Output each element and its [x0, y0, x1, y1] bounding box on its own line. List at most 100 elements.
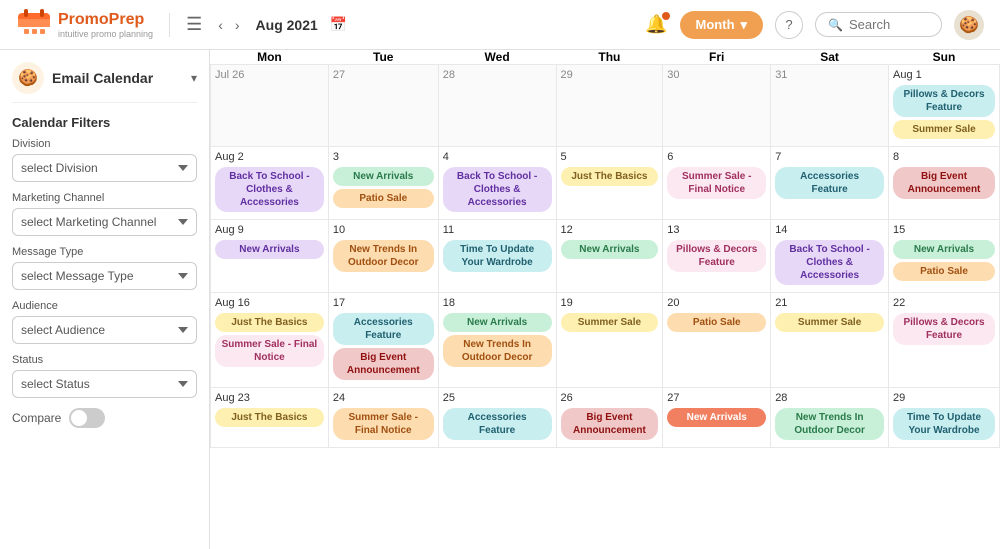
- toggle-knob: [71, 410, 87, 426]
- calendar-table: MonTueWedThuFriSatSun Jul 262728293031Au…: [210, 50, 1000, 448]
- calendar-week-row: Aug 23Just The Basics24Summer Sale - Fin…: [211, 388, 1000, 448]
- cell-date-label: 26: [561, 392, 659, 404]
- event-pill[interactable]: New Arrivals: [561, 240, 659, 259]
- calendar-cell: 8Big Event Announcement: [889, 147, 1000, 220]
- calendar-week-row: Jul 262728293031Aug 1Pillows & Decors Fe…: [211, 65, 1000, 147]
- event-pill[interactable]: New Trends In Outdoor Decor: [333, 240, 434, 272]
- event-pill[interactable]: New Arrivals: [893, 240, 995, 259]
- cell-date-label: 18: [443, 297, 552, 309]
- cell-date-label: 13: [667, 224, 766, 236]
- hamburger-icon[interactable]: ☰: [186, 14, 202, 35]
- notifications-button[interactable]: 🔔: [645, 14, 667, 35]
- event-pill[interactable]: Summer Sale: [561, 313, 659, 332]
- calendar-cell: 6 Summer Sale - Final Notice: [663, 147, 771, 220]
- status-filter-group: Status select Status: [12, 354, 197, 398]
- channel-label: Marketing Channel: [12, 192, 197, 204]
- cell-date-label: 22: [893, 297, 995, 309]
- calendar-cell: 19Summer Sale: [556, 293, 663, 388]
- notification-badge: [662, 12, 670, 20]
- event-pill[interactable]: Time To Update Your Wardrobe: [443, 240, 552, 272]
- event-pill[interactable]: Pillows & Decors Feature: [667, 240, 766, 272]
- app-header: PromoPrep intuitive promo planning ☰ ‹ ›…: [0, 0, 1000, 50]
- cell-date-label: Aug 1: [893, 69, 995, 81]
- event-pill[interactable]: Accessories Feature: [333, 313, 434, 345]
- calendar-header-row: MonTueWedThuFriSatSun: [211, 50, 1000, 65]
- search-icon: 🔍: [828, 18, 843, 32]
- event-pill[interactable]: Accessories Feature: [443, 408, 552, 440]
- event-pill[interactable]: Just The Basics: [215, 313, 324, 332]
- logo: PromoPrep intuitive promo planning: [16, 7, 153, 43]
- calendar-cell: Aug 1 Pillows & Decors Feature Summer Sale: [889, 65, 1000, 147]
- calendar-cell: 20Patio Sale: [663, 293, 771, 388]
- event-pill[interactable]: Pillows & Decors Feature: [893, 313, 995, 345]
- event-pill[interactable]: Back To School - Clothes & Accessories: [215, 167, 324, 212]
- event-pill[interactable]: Summer Sale - Final Notice: [667, 167, 766, 199]
- cell-date-label: 10: [333, 224, 434, 236]
- calendar-cell: 27New Arrivals: [663, 388, 771, 448]
- event-pill[interactable]: New Arrivals: [215, 240, 324, 259]
- cell-date-label: 3: [333, 151, 434, 163]
- event-pill[interactable]: Summer Sale - Final Notice: [333, 408, 434, 440]
- event-pill[interactable]: Big Event Announcement: [561, 408, 659, 440]
- calendar-day-header: Tue: [328, 50, 438, 65]
- event-pill[interactable]: Patio Sale: [333, 189, 434, 208]
- event-pill[interactable]: Summer Sale - Final Notice: [215, 335, 324, 367]
- status-select[interactable]: select Status: [12, 370, 197, 398]
- event-pill[interactable]: New Trends In Outdoor Decor: [443, 335, 552, 367]
- event-pill[interactable]: Accessories Feature: [775, 167, 884, 199]
- event-pill[interactable]: New Arrivals: [333, 167, 434, 186]
- event-pill[interactable]: New Arrivals: [443, 313, 552, 332]
- compare-toggle[interactable]: [69, 408, 105, 428]
- event-pill[interactable]: Big Event Announcement: [893, 167, 995, 199]
- division-filter-group: Division select Division: [12, 138, 197, 182]
- event-pill[interactable]: Just The Basics: [561, 167, 659, 186]
- event-pill[interactable]: Back To School - Clothes & Accessories: [443, 167, 552, 212]
- calendar-day-header: Thu: [556, 50, 663, 65]
- event-pill[interactable]: Summer Sale: [775, 313, 884, 332]
- search-box: 🔍: [815, 12, 942, 37]
- calendar-grid: MonTueWedThuFriSatSun Jul 262728293031Au…: [210, 50, 1000, 549]
- cell-date-label: 12: [561, 224, 659, 236]
- sidebar-chevron-icon[interactable]: ▾: [191, 71, 197, 85]
- calendar-cell: Jul 26: [211, 65, 329, 147]
- event-pill[interactable]: Big Event Announcement: [333, 348, 434, 380]
- event-pill[interactable]: Pillows & Decors Feature: [893, 85, 995, 117]
- header-right: 🔔 Month ▾ ? 🔍 🍪: [645, 10, 984, 40]
- event-pill[interactable]: Just The Basics: [215, 408, 324, 427]
- message-select[interactable]: select Message Type: [12, 262, 197, 290]
- sidebar-title: Email Calendar: [52, 70, 191, 86]
- calendar-cell: Aug 2Back To School - Clothes & Accessor…: [211, 147, 329, 220]
- cell-date-label: 11: [443, 224, 552, 236]
- calendar-icon[interactable]: 📅: [330, 16, 347, 33]
- event-pill[interactable]: Summer Sale: [893, 120, 995, 139]
- message-label: Message Type: [12, 246, 197, 258]
- event-pill[interactable]: Time To Update Your Wardrobe: [893, 408, 995, 440]
- message-filter-group: Message Type select Message Type: [12, 246, 197, 290]
- division-select[interactable]: select Division: [12, 154, 197, 182]
- event-pill[interactable]: New Arrivals: [667, 408, 766, 427]
- calendar-cell: 28: [438, 65, 556, 147]
- month-view-button[interactable]: Month ▾: [680, 11, 764, 39]
- calendar-cell: Aug 16Just The BasicsSummer Sale - Final…: [211, 293, 329, 388]
- cell-date-label: 6: [667, 151, 766, 163]
- next-month-button[interactable]: ›: [231, 15, 244, 35]
- channel-select[interactable]: select Marketing Channel: [12, 208, 197, 236]
- avatar[interactable]: 🍪: [954, 10, 984, 40]
- event-pill[interactable]: Back To School - Clothes & Accessories: [775, 240, 884, 285]
- audience-select[interactable]: select Audience: [12, 316, 197, 344]
- channel-filter-group: Marketing Channel select Marketing Chann…: [12, 192, 197, 236]
- calendar-cell: 18 New Arrivals New Trends In Outdoor Deco…: [438, 293, 556, 388]
- status-label: Status: [12, 354, 197, 366]
- event-pill[interactable]: Patio Sale: [893, 262, 995, 281]
- cell-date-label: 30: [667, 69, 766, 81]
- prev-month-button[interactable]: ‹: [214, 15, 227, 35]
- search-input[interactable]: [849, 17, 929, 32]
- event-pill[interactable]: Patio Sale: [667, 313, 766, 332]
- cell-date-label: 31: [775, 69, 884, 81]
- calendar-cell: 5Just The Basics: [556, 147, 663, 220]
- calendar-body: Jul 262728293031Aug 1Pillows & Decors Fe…: [211, 65, 1000, 448]
- calendar-cell: 28New Trends In Outdoor Decor: [771, 388, 889, 448]
- help-button[interactable]: ?: [775, 11, 803, 39]
- event-pill[interactable]: New Trends In Outdoor Decor: [775, 408, 884, 440]
- cell-date-label: 4: [443, 151, 552, 163]
